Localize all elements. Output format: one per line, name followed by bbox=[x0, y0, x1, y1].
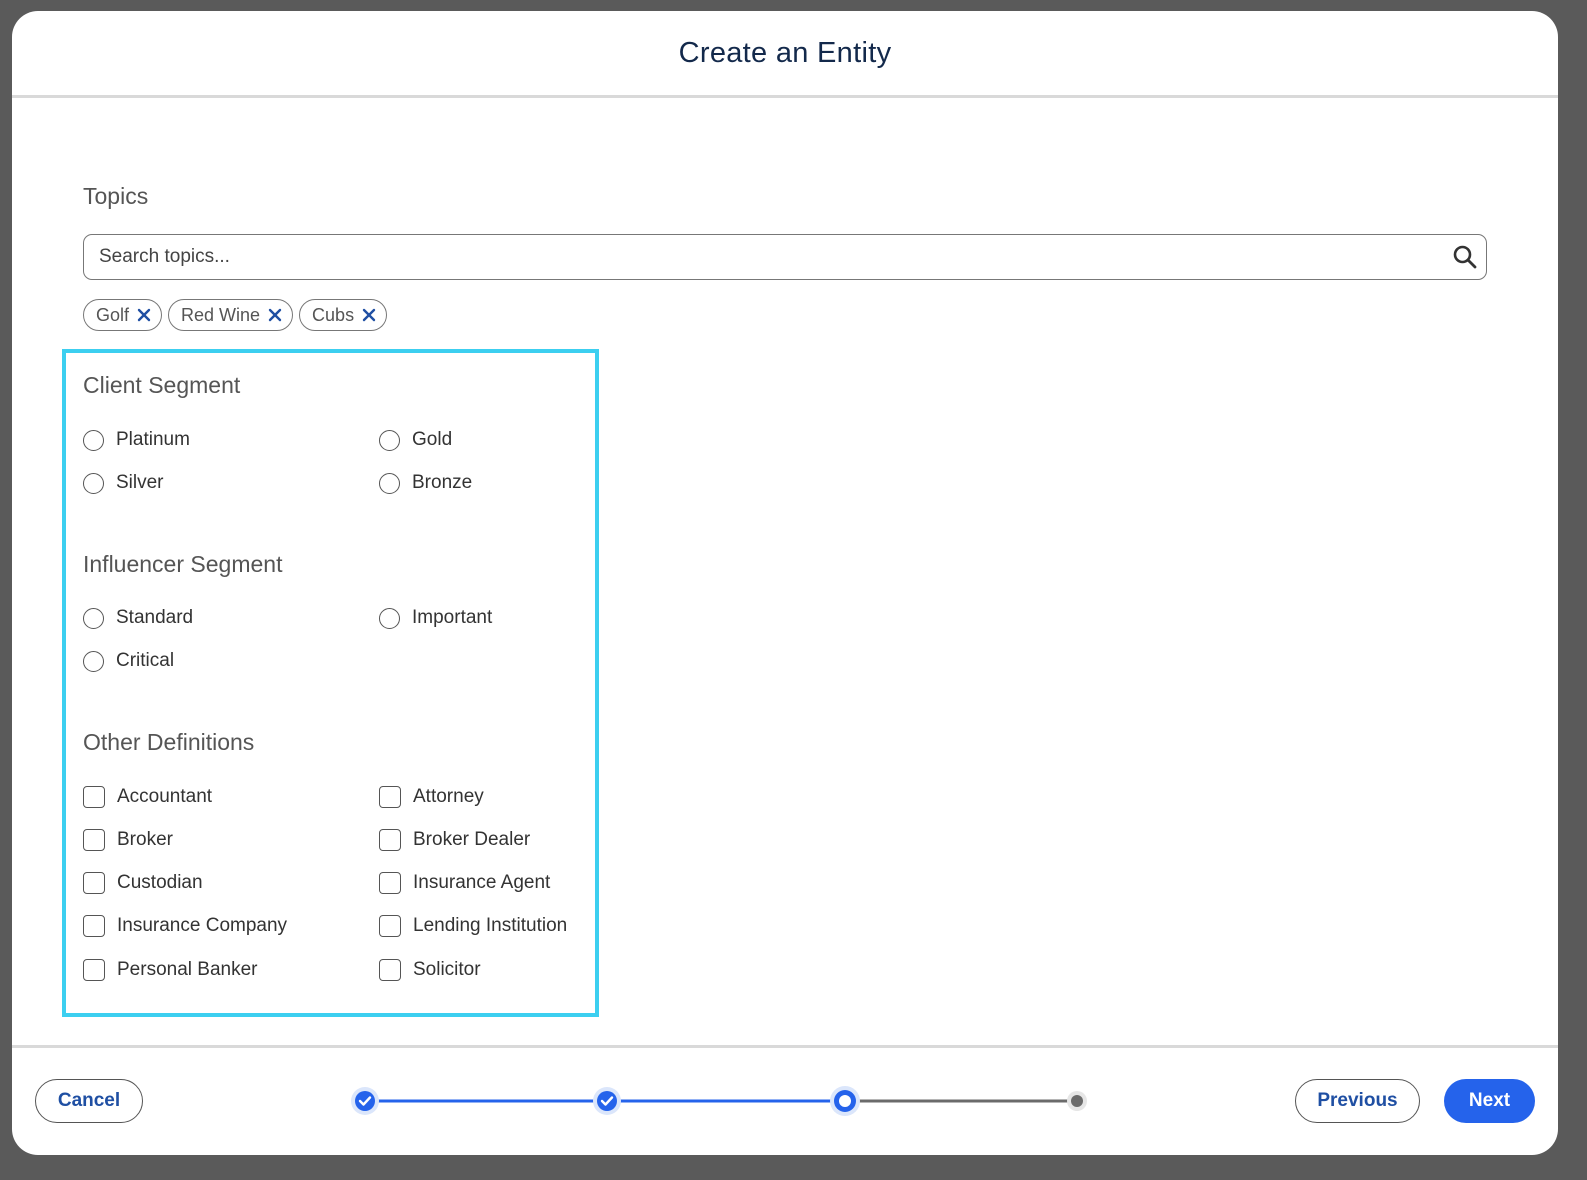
checkbox-accountant[interactable]: Accountant bbox=[83, 786, 212, 808]
radio-bronze[interactable]: Bronze bbox=[379, 472, 472, 494]
option-label: Broker Dealer bbox=[413, 829, 531, 850]
topic-chip-golf: Golf bbox=[83, 299, 163, 331]
footer-divider bbox=[12, 1045, 1558, 1048]
radio-important[interactable]: Important bbox=[379, 607, 492, 629]
radio-button[interactable] bbox=[83, 607, 104, 629]
checkbox-insurance-company[interactable]: Insurance Company bbox=[83, 915, 287, 937]
chip-label: Red Wine bbox=[181, 304, 261, 325]
topic-chips: Golf Red Wine Cubs bbox=[83, 299, 388, 331]
topic-chip-cubs: Cubs bbox=[299, 299, 388, 331]
option-label: Insurance Company bbox=[117, 915, 288, 936]
remove-chip-icon[interactable] bbox=[268, 308, 282, 322]
radio-button[interactable] bbox=[83, 429, 104, 451]
radio-platinum[interactable]: Platinum bbox=[83, 429, 190, 451]
radio-button[interactable] bbox=[379, 472, 400, 494]
step-1-complete bbox=[351, 1087, 379, 1115]
topic-chip-red-wine: Red Wine bbox=[168, 299, 294, 331]
option-label: Insurance Agent bbox=[413, 872, 551, 893]
option-label: Solicitor bbox=[413, 959, 481, 980]
step-2-complete bbox=[593, 1087, 621, 1115]
topics-search-box bbox=[83, 234, 1487, 280]
checkbox-broker[interactable]: Broker bbox=[83, 829, 173, 851]
dialog-title: Create an Entity bbox=[678, 36, 892, 69]
topics-search-input[interactable] bbox=[97, 236, 1452, 278]
checkbox[interactable] bbox=[379, 915, 401, 937]
checkbox[interactable] bbox=[379, 829, 401, 851]
radio-critical[interactable]: Critical bbox=[83, 650, 174, 672]
option-label: Standard bbox=[116, 607, 194, 628]
option-label: Critical bbox=[116, 650, 175, 671]
other-definitions-title: Other Definitions bbox=[83, 729, 255, 755]
radio-button[interactable] bbox=[83, 650, 104, 672]
radio-button[interactable] bbox=[83, 472, 104, 494]
radio-button[interactable] bbox=[379, 429, 400, 451]
option-label: Lending Institution bbox=[413, 915, 568, 936]
checkbox-personal-banker[interactable]: Personal Banker bbox=[83, 959, 257, 981]
client-segment-title: Client Segment bbox=[83, 372, 241, 398]
remove-chip-icon[interactable] bbox=[362, 308, 376, 322]
checkbox-insurance-agent[interactable]: Insurance Agent bbox=[379, 872, 550, 894]
option-label: Gold bbox=[412, 429, 453, 450]
checkbox-custodian[interactable]: Custodian bbox=[83, 872, 203, 894]
checkbox-lending-institution[interactable]: Lending Institution bbox=[379, 915, 567, 937]
topics-label: Topics bbox=[83, 183, 149, 209]
option-label: Broker bbox=[117, 829, 173, 850]
chip-label: Golf bbox=[96, 304, 130, 325]
checkbox-attorney[interactable]: Attorney bbox=[379, 786, 484, 808]
radio-silver[interactable]: Silver bbox=[83, 472, 164, 494]
previous-button[interactable]: Previous bbox=[1295, 1079, 1420, 1123]
option-label: Platinum bbox=[116, 429, 190, 450]
option-label: Attorney bbox=[413, 786, 484, 807]
option-label: Silver bbox=[116, 472, 164, 493]
step-4-upcoming bbox=[1067, 1091, 1087, 1111]
checkbox[interactable] bbox=[379, 786, 401, 808]
checkbox[interactable] bbox=[379, 872, 401, 894]
radio-button[interactable] bbox=[379, 607, 400, 629]
option-label: Accountant bbox=[117, 786, 213, 807]
option-label: Personal Banker bbox=[117, 959, 258, 980]
dialog-header: Create an Entity bbox=[12, 11, 1558, 98]
influencer-segment-title: Influencer Segment bbox=[83, 551, 283, 577]
remove-chip-icon[interactable] bbox=[137, 308, 151, 322]
create-entity-dialog: Create an Entity Topics Golf Red Wine Cu… bbox=[12, 11, 1558, 1155]
radio-gold[interactable]: Gold bbox=[379, 429, 452, 451]
step-3-current bbox=[830, 1086, 860, 1116]
checkbox[interactable] bbox=[379, 959, 401, 981]
chip-label: Cubs bbox=[312, 304, 355, 325]
checkbox[interactable] bbox=[83, 829, 105, 851]
next-button[interactable]: Next bbox=[1444, 1079, 1535, 1123]
search-icon[interactable] bbox=[1452, 244, 1478, 270]
checkbox[interactable] bbox=[83, 915, 105, 937]
checkbox-solicitor[interactable]: Solicitor bbox=[379, 959, 481, 981]
option-label: Important bbox=[412, 607, 493, 628]
option-label: Bronze bbox=[412, 472, 473, 493]
checkbox[interactable] bbox=[83, 872, 105, 894]
radio-standard[interactable]: Standard bbox=[83, 607, 193, 629]
checkbox[interactable] bbox=[83, 786, 105, 808]
option-label: Custodian bbox=[117, 872, 203, 893]
checkbox-broker-dealer[interactable]: Broker Dealer bbox=[379, 829, 530, 851]
checkbox[interactable] bbox=[83, 959, 105, 981]
